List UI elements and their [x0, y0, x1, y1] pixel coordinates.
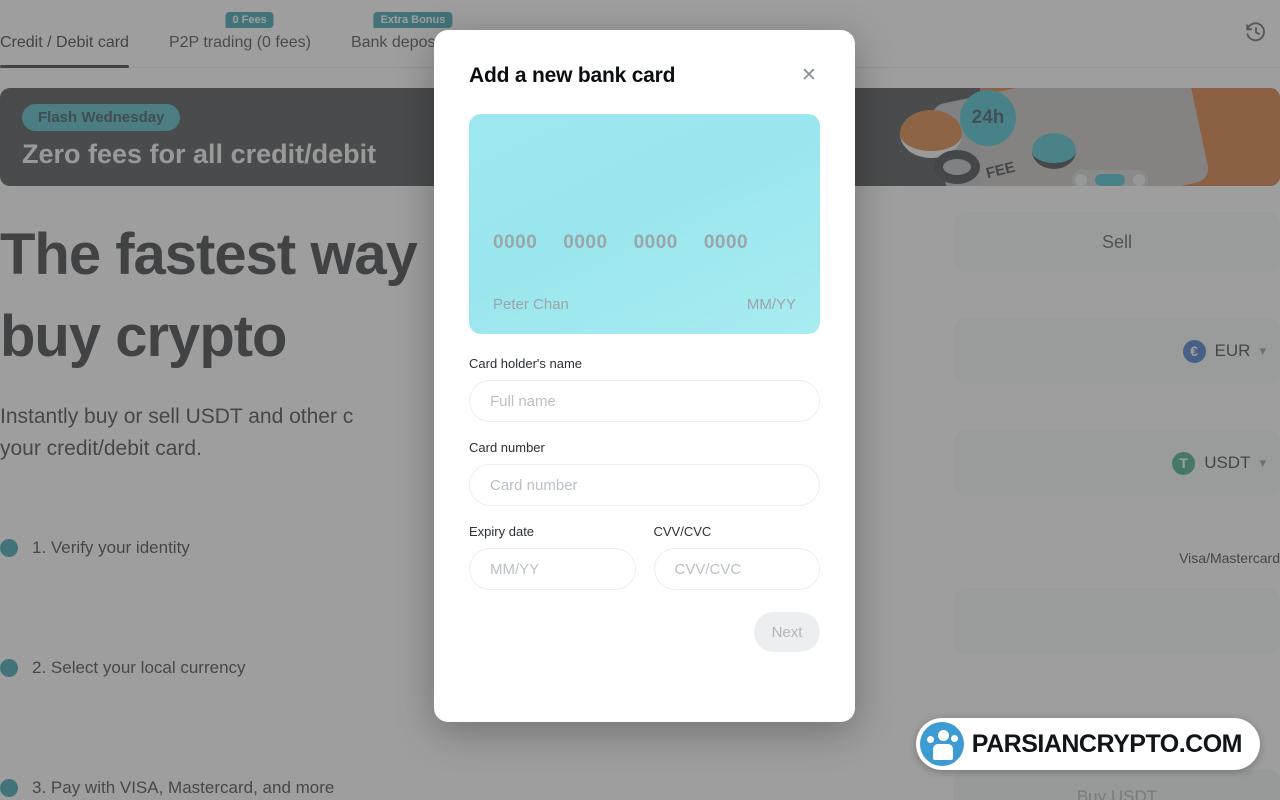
watermark-text: PARSIANCRYPTO.COM: [971, 729, 1243, 758]
close-icon[interactable]: ✕: [798, 64, 820, 86]
expiry-date-input[interactable]: MM/YY: [469, 548, 636, 590]
logo-dot-right: [950, 735, 958, 742]
field-group-holder: Card holder's name Full name: [469, 356, 820, 422]
card-preview-holder: Peter Chan: [493, 296, 569, 313]
card-number-group: 0000: [493, 232, 538, 253]
card-number-input[interactable]: Card number: [469, 464, 820, 506]
cvv-label: CVV/CVC: [653, 524, 712, 539]
card-number-group: 0000: [633, 232, 678, 253]
card-holder-label: Card holder's name: [469, 356, 583, 371]
card-preview-footer: Peter Chan MM/YY: [493, 296, 796, 313]
cvv-input[interactable]: CVV/CVC: [653, 548, 820, 590]
card-number-group: 0000: [563, 232, 608, 253]
card-holder-input[interactable]: Full name: [469, 380, 820, 422]
card-form: Card holder's name Full name Card number…: [469, 334, 820, 652]
watermark: PARSIANCRYPTO.COM: [915, 718, 1260, 770]
field-group-cvv: CVV/CVC CVV/CVC: [653, 524, 820, 590]
next-button[interactable]: Next: [754, 612, 820, 652]
modal-title: Add a new bank card: [469, 64, 676, 87]
expiry-date-label: Expiry date: [469, 524, 535, 539]
modal-header: Add a new bank card ✕: [469, 64, 820, 88]
card-number-label: Card number: [469, 440, 545, 455]
card-number-group: 0000: [703, 232, 749, 253]
add-bank-card-modal: Add a new bank card ✕ 0000 0000 0000 000…: [434, 30, 855, 722]
field-row-expiry-cvv: Expiry date MM/YY CVV/CVC CVV/CVC: [469, 524, 820, 590]
card-preview-expiry: MM/YY: [746, 296, 796, 313]
page-root: Credit / Debit card 0 Fees P2P trading (…: [0, 0, 1280, 800]
card-preview-number: 0000 0000 0000 0000: [493, 232, 748, 254]
modal-footer: Next: [469, 612, 820, 652]
parsiancrypto-logo-icon: [919, 722, 964, 766]
field-group-number: Card number Card number: [469, 440, 820, 506]
field-group-expiry: Expiry date MM/YY: [469, 524, 636, 590]
card-preview: 0000 0000 0000 0000 Peter Chan MM/YY: [469, 114, 820, 334]
logo-dot-left: [926, 736, 934, 743]
